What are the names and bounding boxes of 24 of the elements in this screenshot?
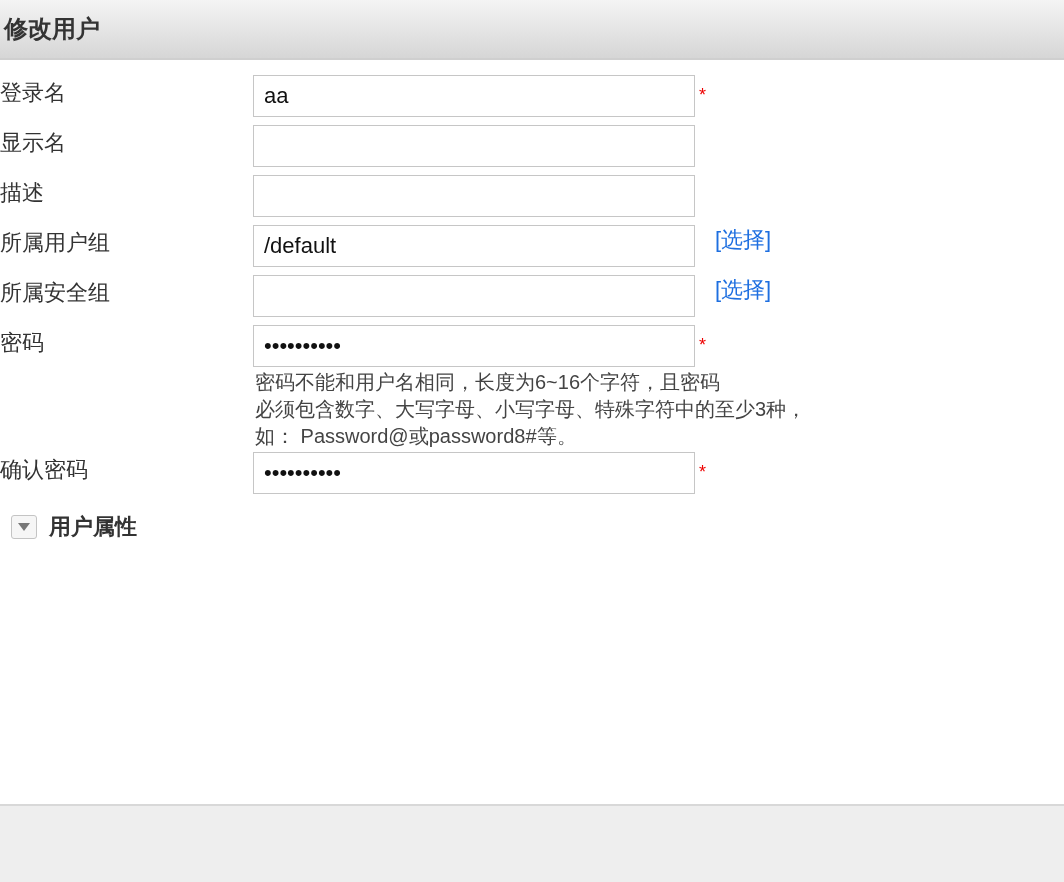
input-field[interactable]: /default (253, 225, 695, 267)
password-hint: 密码不能和用户名相同，长度为6~16个字符，且密码 必须包含数字、大写字母、小写字母、特殊字符中的至少3种， 如： Password@或password8#等。 (255, 370, 808, 449)
caret-icon (18, 523, 30, 531)
field-label: 所属安全组 (0, 279, 111, 307)
required-mark: * (699, 84, 706, 106)
select-link[interactable]: [选择] (715, 275, 772, 305)
input-field[interactable]: aa (253, 75, 695, 117)
input-field[interactable] (253, 275, 695, 317)
input-field[interactable]: •••••••••• (253, 452, 695, 494)
field-label: 所属用户组 (0, 229, 111, 257)
section-title: 用户属性 (49, 513, 137, 541)
input-field[interactable]: •••••••••• (253, 325, 695, 367)
select-link[interactable]: [选择] (715, 225, 772, 255)
field-label: 密码 (0, 329, 45, 357)
field-label: 描述 (0, 179, 45, 207)
input-field[interactable] (253, 175, 695, 217)
expand-toggle[interactable] (11, 515, 37, 539)
field-label: 登录名 (0, 79, 67, 107)
required-mark: * (699, 461, 706, 483)
field-label: 显示名 (0, 129, 67, 157)
dialog-title: 修改用户 (4, 14, 100, 44)
input-field[interactable] (253, 125, 695, 167)
field-label: 确认密码 (0, 456, 89, 484)
required-mark: * (699, 334, 706, 356)
